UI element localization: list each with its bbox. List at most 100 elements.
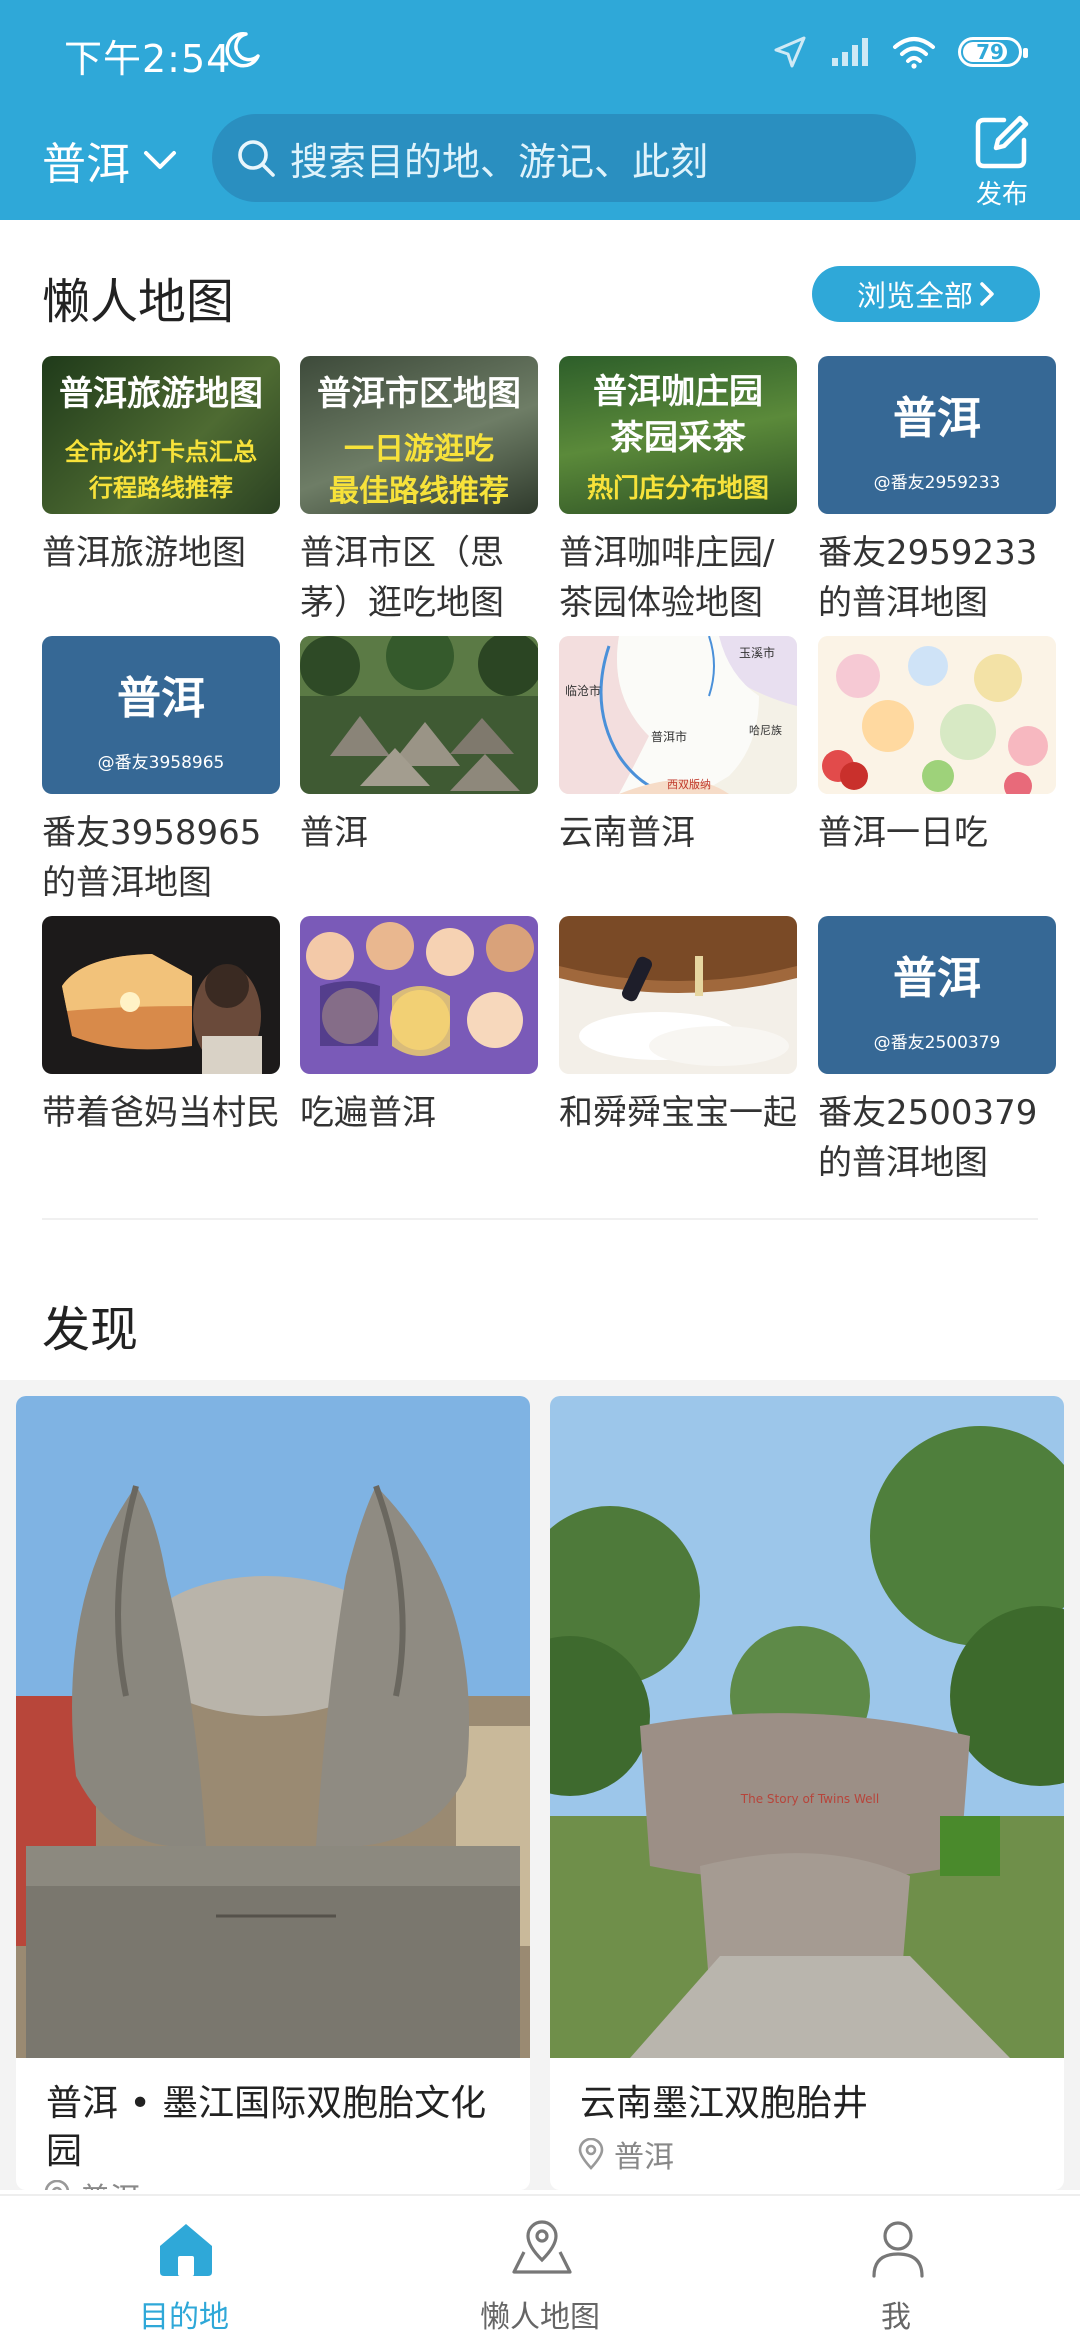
food-illustration — [818, 636, 1056, 794]
thumb-title: 普洱 — [893, 393, 981, 444]
thumb-username: @番友2500379 — [873, 1033, 1001, 1053]
twins-well-photo — [550, 1396, 1064, 2058]
stone-inscription: The Story of Twins Well — [740, 1792, 880, 1806]
map-caption: 番友2959233的普洱地图 — [818, 533, 1038, 623]
chevron-right-icon — [980, 282, 994, 306]
card-photo: The Story of Twins Well — [550, 1396, 1064, 2058]
location-pin-icon — [578, 2138, 604, 2170]
thumb-line: 行程路线推荐 — [89, 474, 233, 502]
thumb-line: 一日游逛吃 — [344, 432, 494, 467]
map-thumbnail: 普洱 @番友2959233 — [818, 356, 1056, 514]
map-thumbnail — [300, 636, 538, 794]
tab-label: 我 — [881, 2300, 911, 2335]
thumb-title: 普洱咖庄园 — [593, 372, 763, 412]
map-caption: 普洱 — [300, 813, 368, 853]
map-thumbnail: 临沧市 普洱市 玉溪市 哈尼族 西双版纳 — [559, 636, 797, 794]
map-caption: 带着爸妈当村民 — [42, 1093, 280, 1133]
search-placeholder: 搜索目的地、游记、此刻 — [290, 139, 709, 184]
map-caption: 番友3958965的普洱地图 — [42, 813, 262, 903]
map-caption: 番友2500379的普洱地图 — [818, 1093, 1038, 1183]
thumb-title: 普洱市区地图 — [317, 374, 521, 414]
map-thumbnail: 普洱旅游地图 全市必打卡点汇总 行程路线推荐 — [42, 356, 280, 514]
map-caption: 云南普洱 — [559, 813, 695, 853]
map-label: 玉溪市 — [739, 646, 776, 660]
card-location: 普洱 — [42, 2174, 140, 2190]
map-label: 普洱市 — [651, 730, 688, 744]
moon-icon — [225, 32, 260, 68]
map-item[interactable]: 普洱一日吃 — [818, 636, 1056, 858]
publish-button[interactable]: 发布 — [962, 112, 1042, 210]
twin-sculpture-photo — [16, 1396, 530, 2058]
bottom-tab-bar: 目的地 懒人地图 我 — [0, 2194, 1080, 2342]
map-caption: 普洱咖啡庄园/茶园体验地图 — [559, 533, 775, 623]
thumb-line: 热门店分布地图 — [586, 474, 769, 504]
map-item[interactable]: 普洱旅游地图 全市必打卡点汇总 行程路线推荐 普洱旅游地图 — [42, 356, 280, 578]
map-item[interactable]: 普洱 @番友2500379 番友2500379的普洱地图 — [818, 916, 1056, 1188]
card-location-label: 普洱 — [614, 2140, 674, 2175]
map-item[interactable]: 普洱 @番友2959233 番友2959233的普洱地图 — [818, 356, 1056, 628]
map-item[interactable]: 普洱市区地图 一日游逛吃 最佳路线推荐 普洱市区（思茅）逛吃地图 — [300, 356, 538, 628]
tab-label: 懒人地图 — [480, 2300, 600, 2335]
browse-all-button[interactable]: 浏览全部 — [812, 266, 1040, 322]
battery-icon: 79 — [958, 37, 1028, 67]
map-item[interactable]: 和舜舜宝宝一起 — [559, 916, 797, 1138]
map-caption: 普洱旅游地图 — [42, 533, 246, 573]
status-icons: 79 — [772, 32, 1028, 72]
city-label: 普洱 — [42, 139, 130, 190]
user-icon — [872, 2221, 924, 2278]
home-icon — [160, 2224, 212, 2276]
map-thumbnail: 普洱 @番友2500379 — [818, 916, 1056, 1074]
map-item[interactable]: 带着爸妈当村民 — [42, 916, 280, 1138]
publish-label: 发布 — [975, 180, 1028, 210]
map-thumbnail: 普洱市区地图 一日游逛吃 最佳路线推荐 — [300, 356, 538, 514]
map-pin-icon — [512, 2220, 572, 2274]
thumb-line: 茶园采茶 — [610, 418, 746, 458]
map-item[interactable]: 吃遍普洱 — [300, 916, 538, 1138]
signal-icon — [832, 38, 868, 66]
thumb-title: 普洱 — [117, 673, 205, 724]
card-photo — [16, 1396, 530, 2058]
map-thumbnail — [42, 916, 280, 1074]
tab-lazy-map[interactable]: 懒人地图 — [360, 2196, 720, 2342]
discover-title: 发现 — [42, 1302, 139, 1358]
thumb-line: 最佳路线推荐 — [329, 474, 509, 509]
car-window-photo — [42, 916, 280, 1074]
princess-collage — [300, 916, 538, 1074]
tab-me[interactable]: 我 — [716, 2196, 1076, 2342]
lazy-maps-title: 懒人地图 — [42, 274, 235, 330]
map-thumbnail — [818, 636, 1056, 794]
map-label: 哈尼族 — [749, 724, 782, 737]
search-input[interactable]: 搜索目的地、游记、此刻 — [212, 114, 916, 202]
map-item[interactable]: 普洱 @番友3958965 番友3958965的普洱地图 — [42, 636, 280, 908]
map-label: 临沧市 — [565, 684, 602, 698]
card-location: 普洱 — [576, 2132, 674, 2176]
map-item[interactable]: 普洱 — [300, 636, 538, 858]
map-thumbnail: 普洱咖庄园 茶园采茶 热门店分布地图 — [559, 356, 797, 514]
status-time: 下午2:54 — [64, 37, 232, 81]
battery-level: 79 — [976, 40, 1004, 64]
location-pin-icon — [44, 2180, 70, 2190]
status-bar: 下午2:54 79 — [0, 0, 1080, 104]
map-caption: 普洱市区（思茅）逛吃地图 — [300, 533, 504, 623]
card-title: 普洱 • 墨江国际双胞胎文化园 — [46, 2083, 487, 2172]
map-thumbnail — [559, 916, 797, 1074]
edit-icon — [975, 115, 1029, 169]
thumb-username: @番友2959233 — [873, 473, 1001, 493]
map-item[interactable]: 临沧市 普洱市 玉溪市 哈尼族 西双版纳 云南普洱 — [559, 636, 797, 858]
card-title: 云南墨江双胞胎井 — [580, 2083, 869, 2124]
map-thumbnail: 普洱 @番友3958965 — [42, 636, 280, 794]
discover-card[interactable]: The Story of Twins Well 云南墨江双胞胎井 普洱 — [550, 1396, 1064, 2190]
discover-card[interactable]: 普洱 • 墨江国际双胞胎文化园 普洱 — [16, 1396, 530, 2190]
tab-destination[interactable]: 目的地 — [4, 2196, 364, 2342]
thumb-username: @番友3958965 — [97, 753, 225, 773]
wifi-icon — [893, 37, 935, 69]
map-caption: 吃遍普洱 — [300, 1093, 436, 1133]
map-thumbnail — [300, 916, 538, 1074]
map-item[interactable]: 普洱咖庄园 茶园采茶 热门店分布地图 普洱咖啡庄园/茶园体验地图 — [559, 356, 797, 628]
card-location-label: 普洱 — [80, 2174, 140, 2190]
map-label: 西双版纳 — [667, 778, 711, 791]
thumb-line: 全市必打卡点汇总 — [65, 438, 257, 466]
city-selector[interactable]: 普洱 — [42, 130, 178, 190]
village-photo — [300, 636, 538, 794]
location-send-icon — [774, 36, 806, 68]
